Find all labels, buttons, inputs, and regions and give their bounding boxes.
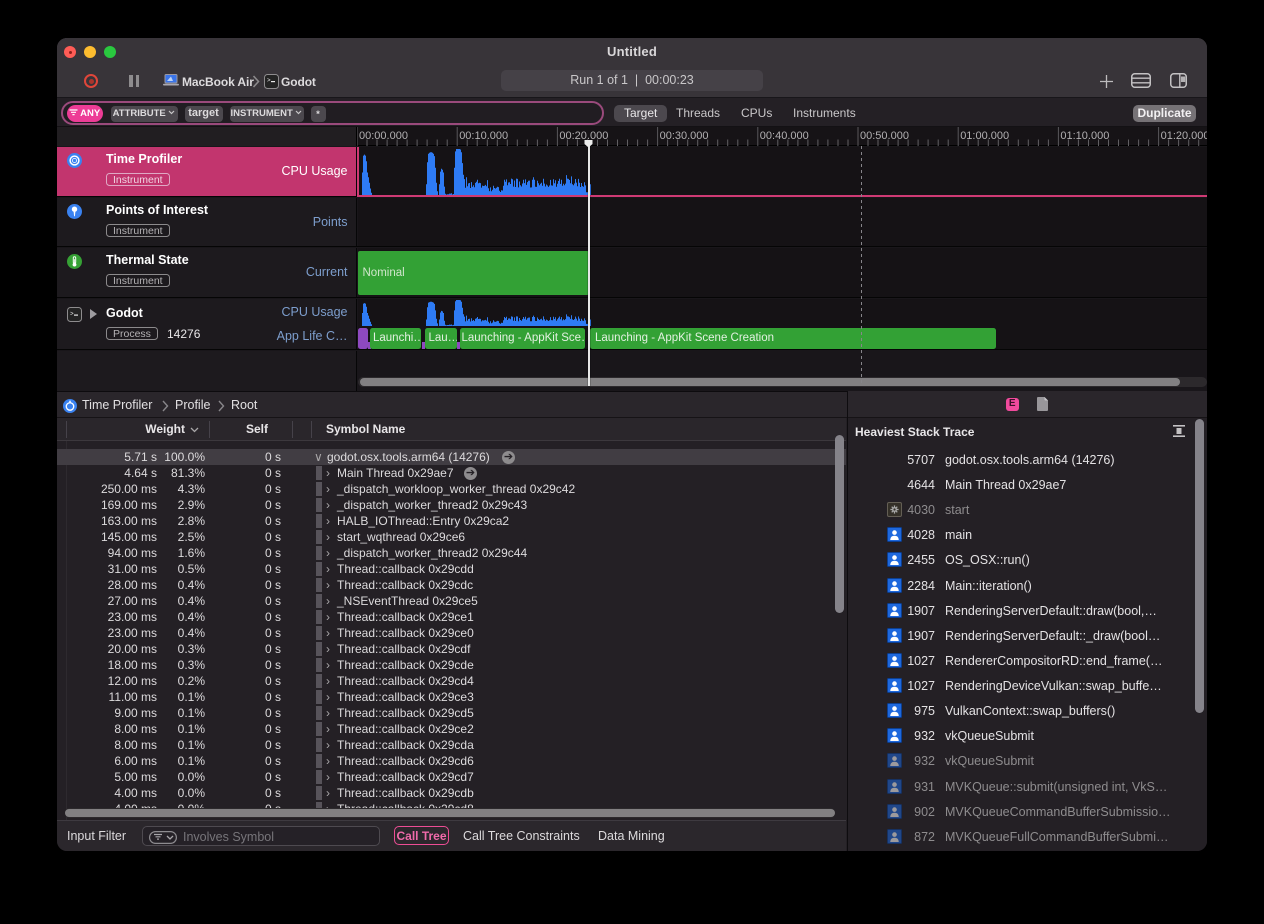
svg-text:>: > (267, 77, 271, 84)
svg-text:>: > (70, 310, 74, 317)
